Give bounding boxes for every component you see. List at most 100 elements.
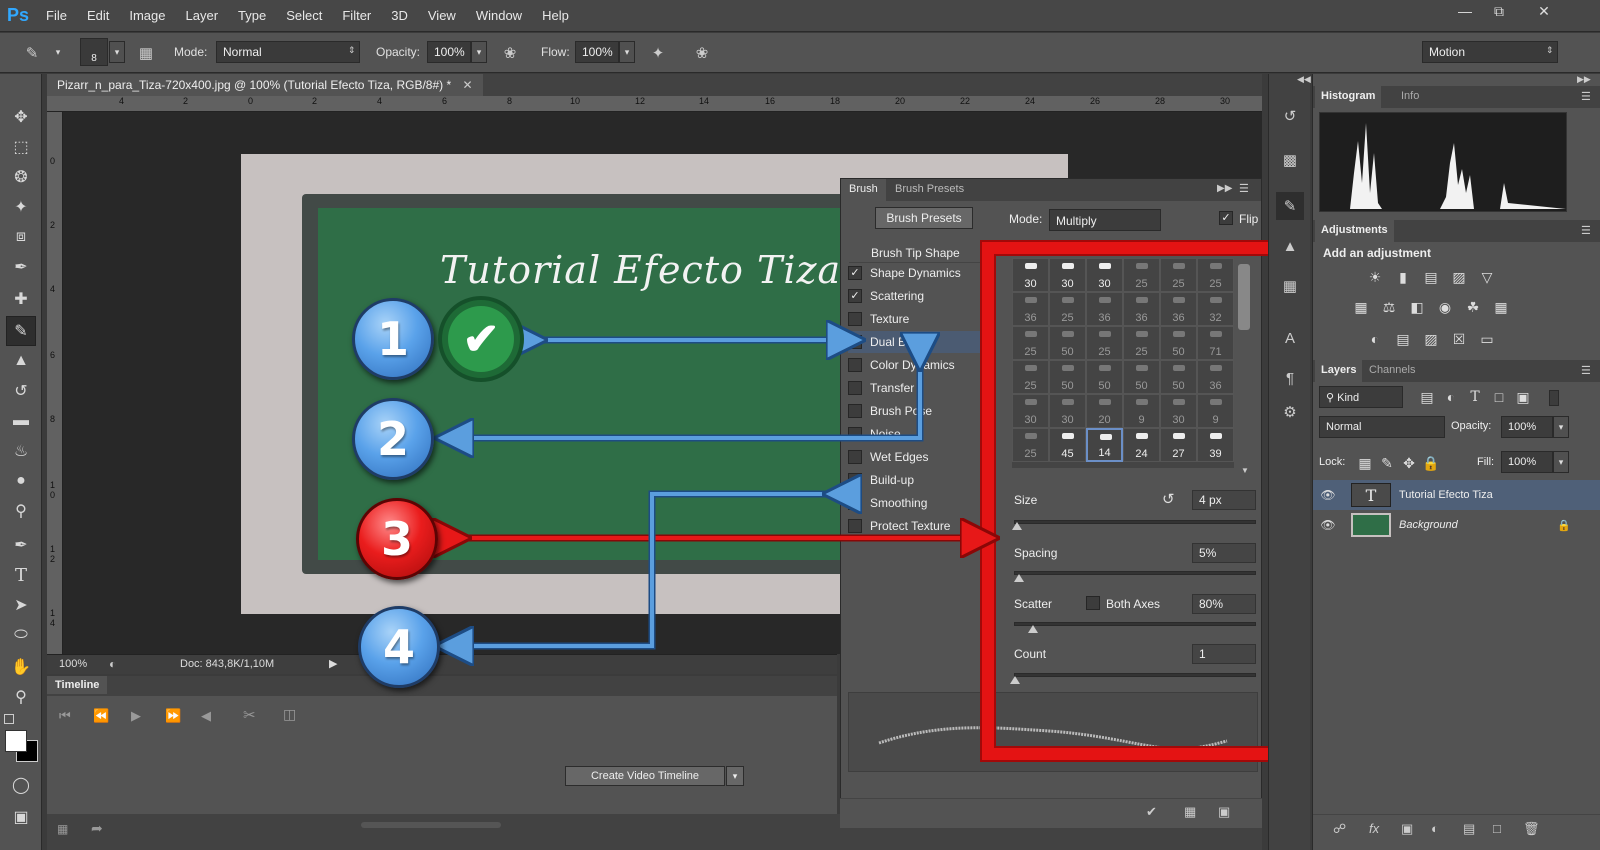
previous-frame-icon[interactable]: ⏪ — [93, 708, 109, 724]
minimize-icon[interactable]: — — [1448, 0, 1482, 22]
layer-lock-icon[interactable]: 🔒 — [1557, 519, 1571, 532]
filter-adjustment-icon[interactable]: ◐ — [1441, 388, 1461, 406]
character-panel-icon[interactable]: A — [1276, 324, 1304, 352]
flip-checkbox[interactable]: ✓ — [1219, 211, 1233, 225]
brush-panel-icon[interactable]: ✎ — [1276, 192, 1304, 220]
open-preset-manager-icon[interactable]: ▦ — [1184, 804, 1196, 820]
selective-color-icon[interactable]: ☒ — [1449, 330, 1469, 348]
option-transfer[interactable]: Transfer — [848, 377, 994, 399]
adjustments-menu-icon[interactable]: ☰ — [1581, 224, 1591, 237]
export-arrow-icon[interactable]: ➦ — [91, 820, 103, 837]
pen-tool-icon[interactable]: ✒ — [6, 530, 36, 560]
tab-brush-presets[interactable]: Brush Presets — [887, 179, 972, 201]
pressure-size-icon[interactable]: ❀ — [690, 41, 714, 65]
option-noise[interactable]: Noise — [848, 423, 994, 445]
move-tool-icon[interactable]: ✥ — [6, 102, 36, 132]
exposure-icon[interactable]: ▨ — [1449, 268, 1469, 286]
play-icon[interactable]: ▶ — [131, 708, 141, 724]
channel-mixer-icon[interactable]: ☘ — [1463, 298, 1483, 316]
filter-shape-icon[interactable]: □ — [1489, 388, 1509, 406]
properties-icon[interactable]: ⚙ — [1276, 398, 1304, 426]
first-frame-icon[interactable]: ⏮ — [59, 708, 71, 724]
quick-select-tool-icon[interactable]: ✦ — [6, 192, 36, 222]
color-dynamics-checkbox[interactable] — [848, 358, 862, 372]
create-video-timeline-button[interactable]: Create Video Timeline — [565, 766, 725, 786]
right-dock-collapse-icon[interactable]: ▶▶ — [1577, 74, 1591, 85]
dock-collapse-icon[interactable]: ◀◀ — [1297, 74, 1311, 85]
marquee-tool-icon[interactable]: ⬚ — [6, 132, 36, 162]
option-build-up[interactable]: Build-up — [848, 469, 994, 491]
clone-stamp-tool-icon[interactable]: ▲ — [6, 346, 36, 376]
invert-icon[interactable]: ◐ — [1365, 330, 1385, 348]
posterize-icon[interactable]: ▤ — [1393, 330, 1413, 348]
dodge-tool-icon[interactable]: ⚲ — [6, 496, 36, 526]
healing-brush-tool-icon[interactable]: ✚ — [6, 284, 36, 314]
default-colors-icon[interactable] — [4, 714, 14, 724]
create-timeline-dropdown-icon[interactable]: ▾ — [726, 766, 744, 786]
paragraph-panel-icon[interactable]: ¶ — [1276, 364, 1304, 392]
delete-layer-icon[interactable]: 🗑 — [1523, 821, 1540, 837]
shape-dynamics-checkbox[interactable]: ✓ — [848, 266, 862, 280]
workspace-select[interactable]: Motion — [1422, 41, 1558, 63]
zoom-level[interactable]: 100% — [59, 658, 87, 670]
document-tab[interactable]: Pizarr_n_para_Tiza-720x400.jpg @ 100% (T… — [47, 74, 483, 96]
menu-select[interactable]: Select — [276, 8, 332, 23]
eraser-tool-icon[interactable]: ▬ — [6, 406, 36, 436]
brush-presets-button[interactable]: Brush Presets — [875, 207, 973, 229]
clone-source-icon[interactable]: ▲ — [1276, 232, 1304, 260]
screen-mode-icon[interactable]: ▣ — [6, 802, 36, 832]
path-selection-tool-icon[interactable]: ➤ — [6, 590, 36, 620]
lock-image-icon[interactable]: ✎ — [1377, 454, 1397, 472]
option-scattering[interactable]: ✓ Scattering — [848, 285, 994, 307]
restore-icon[interactable]: ⧉ — [1482, 0, 1516, 22]
timeline-zoom-slider[interactable] — [361, 822, 501, 828]
menu-help[interactable]: Help — [532, 8, 579, 23]
pressure-opacity-icon[interactable]: ❀ — [498, 41, 522, 65]
timeline-tab[interactable]: Timeline — [47, 676, 108, 694]
hand-tool-icon[interactable]: ✋ — [6, 652, 36, 682]
fill-dropdown-icon[interactable]: ▾ — [1553, 451, 1569, 473]
lasso-tool-icon[interactable]: ❂ — [6, 162, 36, 192]
option-protect-texture[interactable]: Protect Texture — [848, 515, 994, 537]
brush-tool-icon[interactable]: ✎ — [20, 41, 44, 65]
menu-view[interactable]: View — [418, 8, 466, 23]
filter-smart-object-icon[interactable]: ▣ — [1513, 388, 1533, 406]
option-brush-pose[interactable]: Brush Pose — [848, 400, 994, 422]
texture-checkbox[interactable] — [848, 312, 862, 326]
filter-type-icon[interactable]: T — [1465, 388, 1485, 406]
split-scissors-icon[interactable]: ✂ — [243, 706, 256, 724]
opacity-dropdown-icon[interactable]: ▾ — [471, 41, 487, 63]
transfer-checkbox[interactable] — [848, 381, 862, 395]
brush-tip-shape-header[interactable]: Brush Tip Shape — [849, 241, 995, 263]
photo-filter-icon[interactable]: ◉ — [1435, 298, 1455, 316]
option-dual-brush[interactable]: ✓ Dual Brush — [848, 331, 994, 353]
build-up-checkbox[interactable] — [848, 473, 862, 487]
visibility-eye-icon[interactable]: 👁 — [1313, 518, 1343, 532]
next-frame-icon[interactable]: ⏩ — [165, 708, 181, 724]
layer-row-background[interactable]: 👁 Background 🔒 — [1313, 510, 1600, 540]
filter-toggle[interactable] — [1549, 390, 1559, 406]
protect-texture-checkbox[interactable] — [848, 519, 862, 533]
levels-icon[interactable]: ▮ — [1393, 268, 1413, 286]
option-shape-dynamics[interactable]: ✓ Shape Dynamics — [848, 262, 994, 284]
mode-select[interactable]: Normal — [216, 41, 360, 63]
layer-opacity-input[interactable]: 100% — [1501, 416, 1553, 438]
menu-filter[interactable]: Filter — [332, 8, 381, 23]
layer-row-text[interactable]: 👁 T Tutorial Efecto Tiza — [1313, 480, 1600, 510]
tab-channels[interactable]: Channels — [1363, 360, 1421, 382]
option-wet-edges[interactable]: Wet Edges — [848, 446, 994, 468]
status-menu-arrow-icon[interactable]: ▶ — [329, 657, 337, 670]
brush-tool-icon[interactable]: ✎ — [6, 316, 36, 346]
foreground-color-swatch[interactable] — [5, 730, 27, 752]
tool-presets-icon[interactable]: ▦ — [1276, 272, 1304, 300]
audio-icon[interactable]: ◀ — [201, 708, 211, 724]
option-texture[interactable]: Texture — [848, 308, 994, 330]
3d-panel-icon[interactable]: ▩ — [1276, 146, 1304, 174]
quick-mask-icon[interactable]: ◯ — [6, 770, 36, 800]
flow-dropdown-icon[interactable]: ▾ — [619, 41, 635, 63]
menu-edit[interactable]: Edit — [77, 8, 119, 23]
opacity-input[interactable]: 100% — [427, 41, 471, 63]
wet-edges-checkbox[interactable] — [848, 450, 862, 464]
noise-checkbox[interactable] — [848, 427, 862, 441]
layer-opacity-dropdown-icon[interactable]: ▾ — [1553, 416, 1569, 438]
